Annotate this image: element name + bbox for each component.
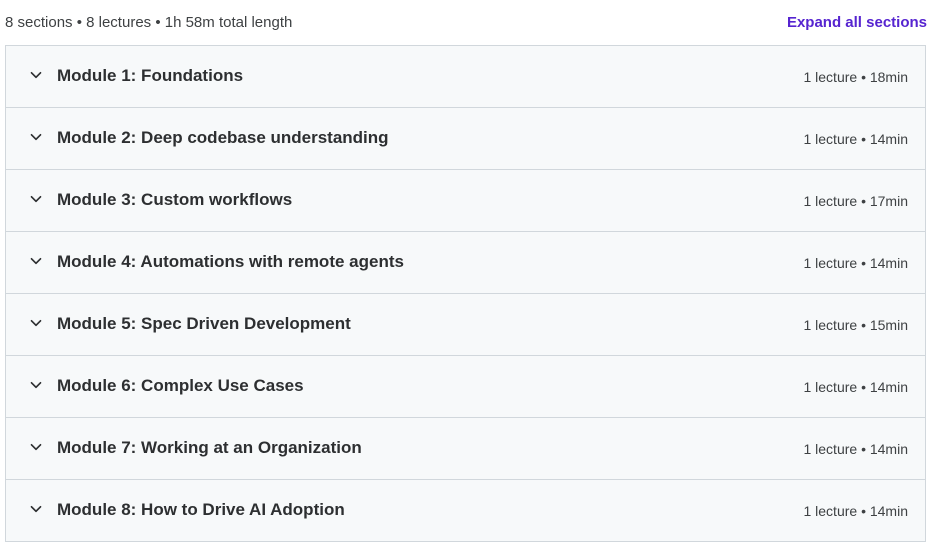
chevron-down-icon — [29, 316, 43, 330]
section-lecture-meta: 1 lecture • 14min — [803, 441, 908, 457]
section-header-module-2[interactable]: Module 2: Deep codebase understanding 1 … — [6, 108, 925, 170]
section-lecture-meta: 1 lecture • 14min — [803, 131, 908, 147]
curriculum-summary-text: 8 sections • 8 lectures • 1h 58m total l… — [5, 14, 293, 31]
chevron-down-icon — [29, 130, 43, 144]
section-lecture-meta: 1 lecture • 15min — [803, 317, 908, 333]
section-lecture-meta: 1 lecture • 14min — [803, 255, 908, 271]
section-header-module-1[interactable]: Module 1: Foundations 1 lecture • 18min — [6, 46, 925, 108]
chevron-down-icon — [29, 378, 43, 392]
section-lecture-meta: 1 lecture • 18min — [803, 69, 908, 85]
section-header-module-3[interactable]: Module 3: Custom workflows 1 lecture • 1… — [6, 170, 925, 232]
section-header-module-8[interactable]: Module 8: How to Drive AI Adoption 1 lec… — [6, 480, 925, 541]
curriculum-summary-bar: 8 sections • 8 lectures • 1h 58m total l… — [0, 0, 931, 45]
chevron-down-icon — [29, 502, 43, 516]
section-title: Module 4: Automations with remote agents — [57, 252, 404, 271]
chevron-down-icon — [29, 192, 43, 206]
section-title: Module 1: Foundations — [57, 66, 244, 85]
section-title: Module 6: Complex Use Cases — [57, 376, 304, 395]
section-list: Module 1: Foundations 1 lecture • 18min … — [5, 45, 926, 542]
section-title: Module 5: Spec Driven Development — [57, 314, 351, 333]
section-header-module-6[interactable]: Module 6: Complex Use Cases 1 lecture • … — [6, 356, 925, 418]
chevron-down-icon — [29, 68, 43, 82]
section-title: Module 3: Custom workflows — [57, 190, 293, 209]
section-lecture-meta: 1 lecture • 14min — [803, 503, 908, 519]
section-title: Module 2: Deep codebase understanding — [57, 128, 389, 147]
chevron-down-icon — [29, 440, 43, 454]
section-lecture-meta: 1 lecture • 14min — [803, 379, 908, 395]
course-curriculum: 8 sections • 8 lectures • 1h 58m total l… — [0, 0, 931, 548]
section-lecture-meta: 1 lecture • 17min — [803, 193, 908, 209]
section-header-module-4[interactable]: Module 4: Automations with remote agents… — [6, 232, 925, 294]
expand-all-sections-button[interactable]: Expand all sections — [787, 14, 927, 31]
section-title: Module 7: Working at an Organization — [57, 438, 362, 457]
section-header-module-7[interactable]: Module 7: Working at an Organization 1 l… — [6, 418, 925, 480]
section-title: Module 8: How to Drive AI Adoption — [57, 500, 345, 519]
section-header-module-5[interactable]: Module 5: Spec Driven Development 1 lect… — [6, 294, 925, 356]
chevron-down-icon — [29, 254, 43, 268]
